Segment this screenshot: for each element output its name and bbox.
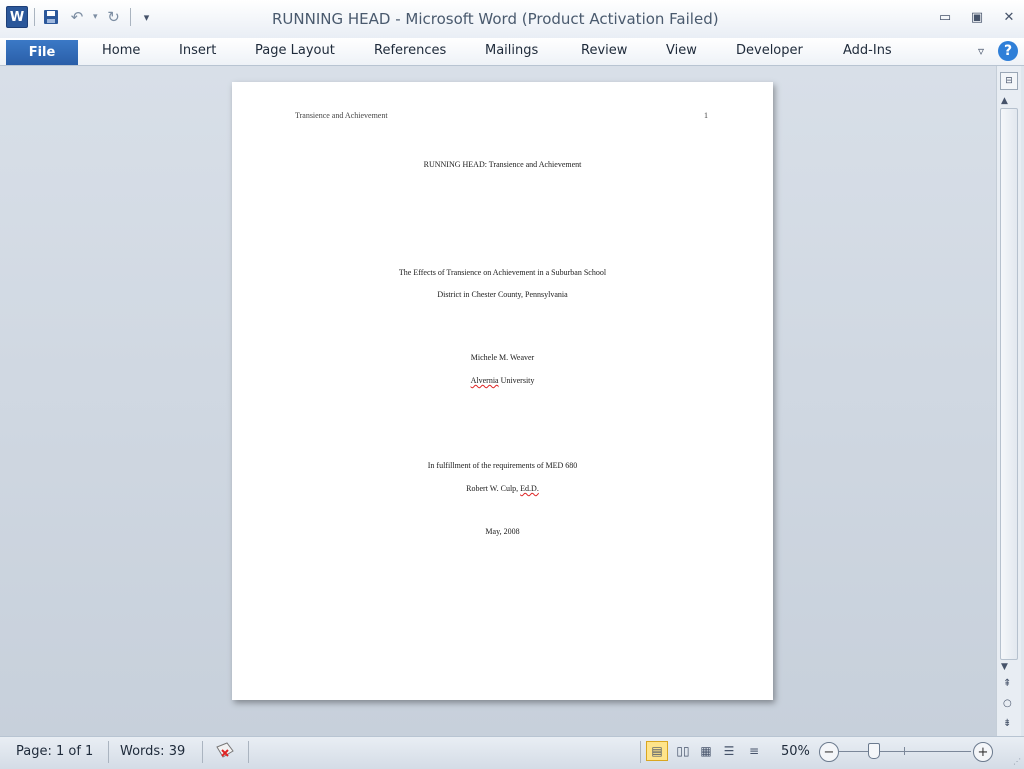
web-layout-icon[interactable]: ▦ [695, 741, 717, 761]
fulfillment-statement: In fulfillment of the requirements of ME… [427, 461, 578, 470]
vertical-scrollbar[interactable]: ⊟ ▲ ▼ ⇞ ○ ⇟ [996, 66, 1021, 736]
paper-title-line-2: District in Chester County, Pennsylvania [437, 290, 568, 299]
page-header-text: Transience and Achievement [295, 111, 388, 120]
view-ruler-icon[interactable]: ⊟ [1000, 72, 1018, 90]
status-separator [108, 741, 109, 763]
help-icon[interactable]: ? [998, 41, 1018, 61]
restore-icon[interactable]: ▣ [968, 9, 986, 25]
next-page-icon[interactable]: ⇟ [1003, 718, 1011, 729]
author-name: Michele M. Weaver [470, 353, 535, 362]
ribbon-tab-bar: File Home Insert Page Layout References … [0, 38, 1024, 66]
quick-access-toolbar: W ↶ ▾ ↻ ▾ [6, 6, 157, 28]
institution: Alvernia University [232, 376, 773, 385]
tab-add-ins[interactable]: Add-Ins [843, 43, 892, 58]
full-screen-reading-icon[interactable]: ▯▯ [672, 741, 694, 761]
tab-mailings[interactable]: Mailings [485, 43, 538, 58]
proofing-errors-icon[interactable] [214, 741, 236, 761]
undo-dropdown-icon[interactable]: ▾ [93, 12, 98, 22]
zoom-level[interactable]: 50% [781, 744, 810, 759]
zoom-in-icon[interactable]: + [973, 742, 993, 762]
page-count-status[interactable]: Page: 1 of 1 [16, 744, 93, 759]
close-icon[interactable]: ✕ [1000, 9, 1018, 25]
tab-file[interactable]: File [6, 40, 78, 65]
status-separator [248, 741, 249, 763]
tab-page-layout[interactable]: Page Layout [255, 43, 335, 58]
scroll-down-icon[interactable]: ▼ [1001, 662, 1008, 672]
window-title: RUNNING HEAD - Microsoft Word (Product A… [272, 10, 719, 28]
tab-insert[interactable]: Insert [179, 43, 216, 58]
tab-references[interactable]: References [374, 43, 446, 58]
spelling-error-word: Alvernia [470, 376, 499, 385]
tab-review[interactable]: Review [581, 43, 627, 58]
advisor: Robert W. Culp, Ed.D. [232, 484, 773, 493]
tab-home[interactable]: Home [102, 43, 140, 58]
paper-title-line-1: The Effects of Transience on Achievement… [398, 268, 607, 277]
zoom-out-icon[interactable]: − [819, 742, 839, 762]
status-separator [640, 741, 641, 763]
save-icon[interactable] [41, 7, 61, 27]
previous-page-icon[interactable]: ⇞ [1003, 678, 1011, 689]
customize-toolbar-icon[interactable]: ▾ [137, 7, 157, 27]
document-page[interactable]: Transience and Achievement 1 RUNNING HEA… [232, 82, 773, 700]
outline-view-icon[interactable]: ☰ [718, 741, 740, 761]
zoom-slider-thumb[interactable] [868, 743, 880, 759]
status-bar: Page: 1 of 1 Words: 39 ▤ ▯▯ ▦ ☰ ≡ 50% − … [0, 736, 1024, 769]
word-count-status[interactable]: Words: 39 [120, 744, 185, 759]
window-controls: ▭ ▣ ✕ [936, 9, 1018, 25]
print-layout-view-icon[interactable]: ▤ [646, 741, 668, 761]
zoom-slider-track[interactable] [839, 751, 971, 752]
running-head: RUNNING HEAD: Transience and Achievement [423, 160, 582, 169]
tab-developer[interactable]: Developer [736, 43, 803, 58]
select-browse-object-icon[interactable]: ○ [1003, 698, 1012, 709]
toolbar-separator [34, 8, 35, 26]
scroll-thumb[interactable] [1000, 108, 1018, 660]
spelling-error-degree: Ed.D. [520, 484, 539, 493]
draft-view-icon[interactable]: ≡ [743, 741, 765, 761]
toolbar-separator [129, 8, 131, 26]
tab-view[interactable]: View [666, 43, 697, 58]
redo-icon[interactable]: ↻ [104, 7, 124, 27]
title-bar: W ↶ ▾ ↻ ▾ RUNNING HEAD - Microsoft Word … [0, 0, 1024, 39]
institution-rest: University [498, 376, 535, 385]
scroll-up-icon[interactable]: ▲ [1001, 96, 1008, 106]
page-number: 1 [704, 111, 708, 120]
document-date: May, 2008 [485, 527, 520, 536]
ribbon-right-controls: ▿ ? [978, 41, 1018, 61]
expand-ribbon-chevron-icon[interactable]: ▿ [978, 44, 984, 58]
zoom-slider-center-tick [904, 747, 905, 755]
advisor-name: Robert W. Culp, [466, 484, 521, 493]
resize-grip-icon[interactable]: ⋰ [1013, 757, 1021, 766]
minimize-icon[interactable]: ▭ [936, 9, 954, 25]
document-area: Transience and Achievement 1 RUNNING HEA… [0, 66, 996, 736]
status-separator [202, 741, 203, 763]
word-app-icon[interactable]: W [6, 6, 28, 28]
undo-icon[interactable]: ↶ [67, 7, 87, 27]
